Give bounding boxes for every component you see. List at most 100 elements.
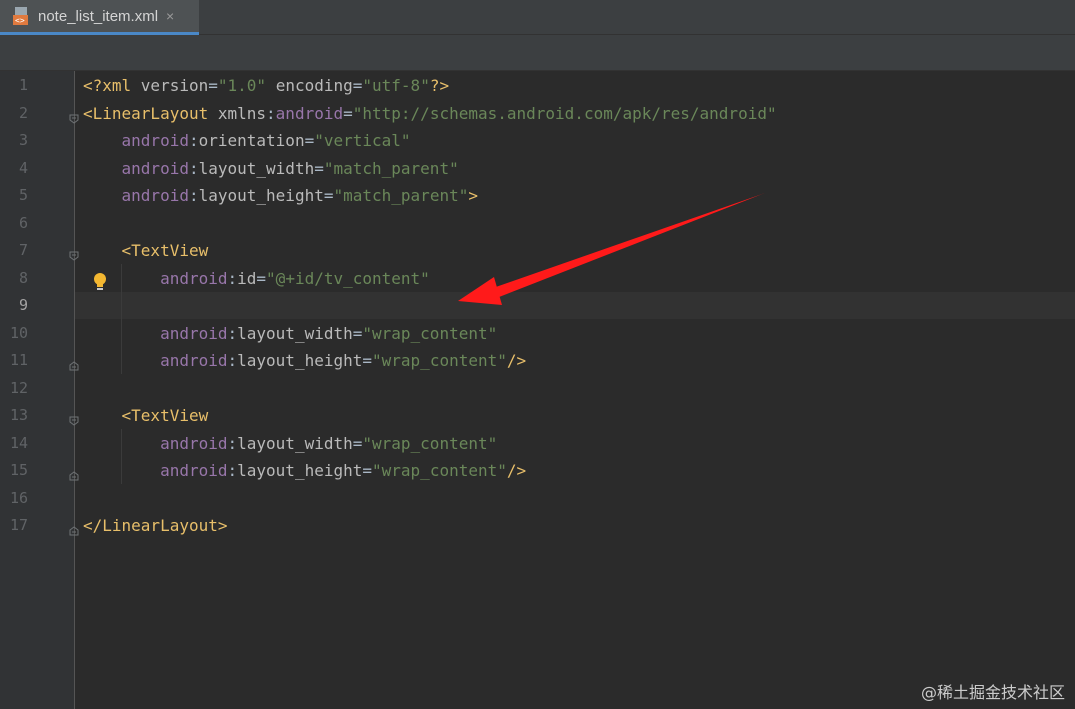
line-number: 3 — [18, 131, 28, 149]
code-token: "match_parent" — [323, 158, 459, 178]
svg-text:<>: <> — [15, 16, 25, 25]
code-line: android:id="@+id/tv_content" — [83, 265, 430, 293]
code-token: /> — [506, 351, 527, 370]
fold-marker-icon[interactable] — [69, 246, 79, 261]
code-token: "wrap_content" — [362, 433, 498, 453]
code-token: : — [227, 351, 238, 370]
line-number: 16 — [9, 488, 28, 507]
code-token: android — [160, 351, 228, 370]
line-number: 7 — [18, 241, 28, 259]
line-number: 12 — [9, 378, 28, 397]
code-line: android:layout_height="match_parent"> — [83, 182, 478, 210]
code-token: = — [352, 433, 363, 453]
code-token: /> — [506, 461, 527, 480]
code-token: android — [160, 433, 228, 453]
editor-tab-bar: <> note_list_item.xml × — [0, 0, 1075, 35]
fold-marker-icon[interactable] — [69, 466, 79, 481]
code-token: xmlns — [217, 103, 267, 123]
code-token: = — [352, 323, 363, 343]
tab-title: note_list_item.xml — [38, 7, 159, 25]
code-token: = — [208, 76, 218, 95]
code-token: encoding — [275, 76, 353, 95]
code-token: android — [160, 323, 228, 343]
code-token: = — [343, 103, 353, 123]
code-token: <?xml — [83, 76, 141, 95]
code-line: <?xml version="1.0" encoding="utf-8"?> — [83, 72, 449, 100]
code-token: "@+id/tv_content" — [266, 268, 430, 288]
line-number: 13 — [9, 406, 28, 424]
code-token: = — [352, 76, 363, 95]
code-token: = — [362, 351, 373, 370]
code-token: : — [266, 103, 276, 123]
code-token: = — [256, 268, 267, 288]
code-token: "utf-8" — [362, 76, 430, 95]
code-line: </LinearLayout> — [83, 512, 228, 540]
code-token: android — [121, 158, 189, 178]
line-number: 17 — [9, 516, 28, 534]
code-token: "1.0" — [217, 76, 267, 95]
code-token: ?> — [429, 76, 450, 95]
line-number: 10 — [9, 323, 28, 342]
code-token: : — [227, 268, 238, 288]
code-line: android:layout_height="wrap_content"/> — [83, 347, 526, 375]
code-line: android:layout_width="match_parent" — [83, 155, 459, 183]
code-token: = — [362, 461, 373, 480]
line-number: 2 — [18, 103, 28, 122]
line-number: 14 — [9, 433, 28, 452]
fold-marker-icon[interactable] — [69, 356, 79, 371]
code-token: <TextView — [121, 241, 209, 260]
line-number: 15 — [9, 461, 28, 479]
code-token: : — [188, 158, 199, 178]
code-token: "wrap_content" — [372, 351, 507, 370]
code-token: android — [121, 131, 189, 150]
annotation-arrow-icon — [458, 193, 765, 305]
close-icon[interactable]: × — [166, 8, 174, 24]
lightbulb-icon[interactable] — [92, 272, 108, 292]
code-token: "http://schemas.android.com/apk/res/andr… — [352, 103, 777, 123]
breadcrumb-bar — [0, 35, 1075, 71]
code-token: <LinearLayout — [83, 103, 218, 123]
code-line: android:orientation="vertical" — [83, 127, 411, 155]
code-token: android — [275, 103, 344, 123]
code-token: : — [188, 131, 199, 150]
fold-marker-icon[interactable] — [69, 109, 79, 124]
line-number: 1 — [18, 76, 28, 94]
tab-note-list-item-xml[interactable]: <> note_list_item.xml × — [0, 0, 199, 35]
line-number: 5 — [18, 186, 28, 204]
code-token: : — [227, 461, 238, 480]
code-token: "match_parent" — [333, 186, 469, 205]
watermark: @稀土掘金技术社区 — [920, 683, 1065, 702]
line-number: 6 — [18, 213, 28, 232]
code-line: android:layout_width="wrap_content" — [83, 320, 497, 348]
code-token: android — [121, 186, 189, 205]
code-token: id — [237, 268, 257, 288]
code-token: = — [314, 158, 324, 178]
fold-marker-icon[interactable] — [69, 521, 79, 536]
code-token: : — [188, 186, 199, 205]
code-token: layout_height — [237, 351, 363, 370]
line-number-gutter: 1 2 3 4 5 6 7 8 9 10 11 12 13 14 15 16 17 — [0, 71, 75, 709]
line-number: 9 — [18, 296, 28, 314]
code-line: <LinearLayout xmlns:android="http://sche… — [83, 100, 777, 128]
code-line: android:layout_height="wrap_content"/> — [83, 457, 526, 485]
fold-marker-icon[interactable] — [69, 411, 79, 426]
line-number: 8 — [18, 268, 28, 287]
code-token: android — [160, 268, 228, 288]
xml-file-icon: <> — [12, 6, 32, 26]
code-token: layout_height — [237, 461, 363, 480]
code-token: "vertical" — [314, 131, 411, 150]
line-number: 4 — [18, 158, 28, 177]
code-line: <TextView — [83, 402, 209, 430]
code-token: orientation — [198, 131, 305, 150]
code-token: "wrap_content" — [362, 323, 498, 343]
code-token: </LinearLayout> — [83, 516, 228, 535]
code-token: layout_width — [237, 433, 353, 453]
